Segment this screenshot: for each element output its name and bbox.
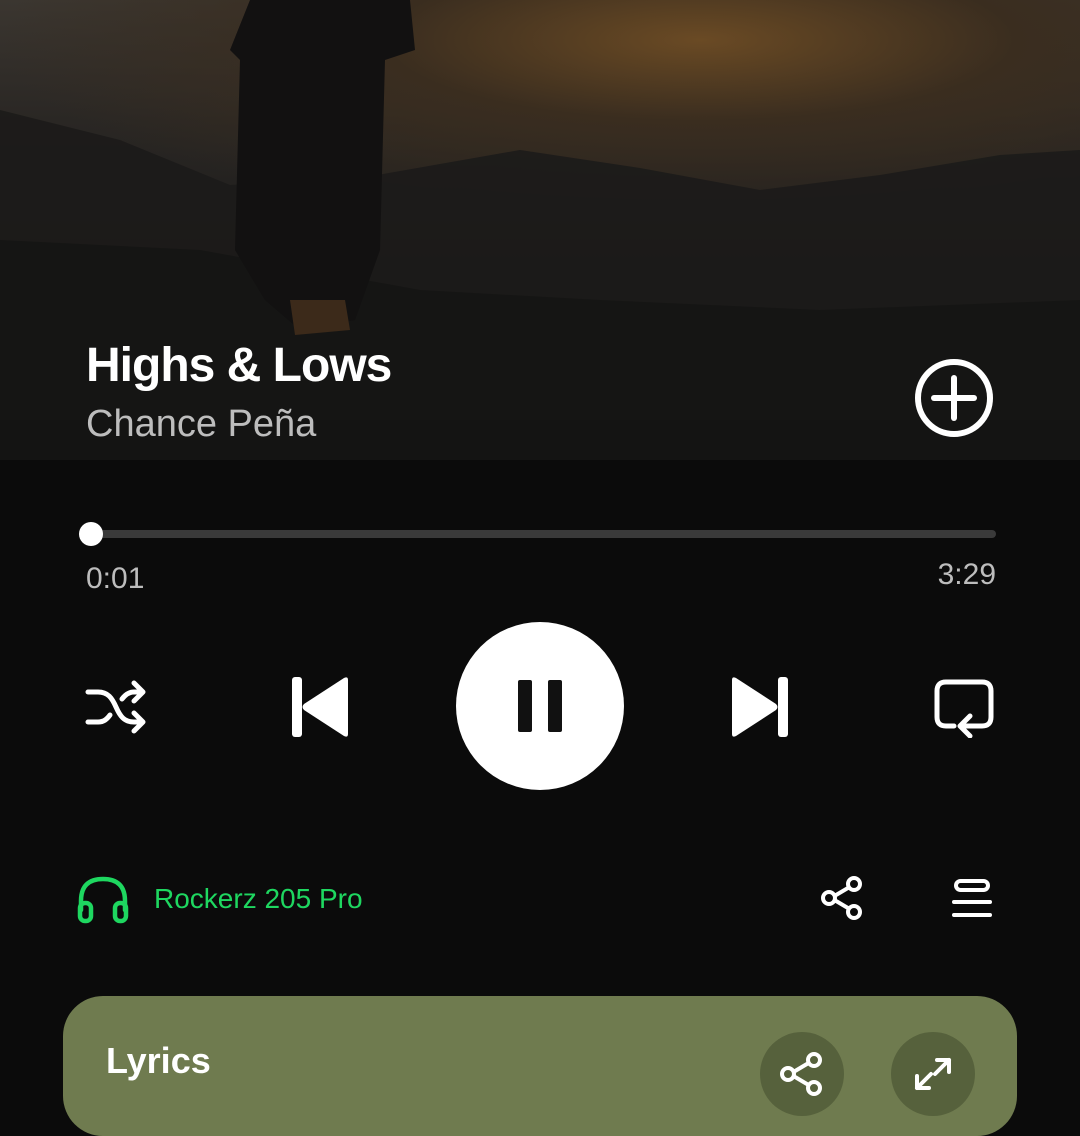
lyrics-heading: Lyrics <box>106 1040 211 1081</box>
expand-icon <box>915 1058 951 1090</box>
repeat-icon <box>934 679 994 739</box>
add-to-library-button[interactable] <box>914 358 994 438</box>
lyrics-expand-button[interactable] <box>891 1032 975 1116</box>
skip-forward-icon <box>732 677 788 737</box>
connected-device[interactable]: Rockerz 205 Pro <box>76 872 363 926</box>
next-button[interactable] <box>730 674 790 740</box>
progress-bar[interactable] <box>78 522 996 546</box>
lyrics-card[interactable]: Lyrics <box>63 996 1017 1136</box>
track-title: Highs & Lows <box>86 339 392 392</box>
track-info: Highs & Lows Chance Peña <box>86 336 392 452</box>
previous-button[interactable] <box>290 674 350 740</box>
queue-icon <box>952 879 992 917</box>
shuffle-icon <box>85 680 146 734</box>
total-time: 3:29 <box>937 558 996 591</box>
share-button[interactable] <box>820 876 864 920</box>
shuffle-button[interactable] <box>84 678 148 736</box>
repeat-button[interactable] <box>932 678 996 739</box>
lyrics-share-button[interactable] <box>760 1032 844 1116</box>
plus-circle-icon <box>915 359 993 437</box>
headphones-icon <box>77 876 129 924</box>
elapsed-time: 0:01 <box>86 562 145 595</box>
track-artist[interactable]: Chance Peña <box>86 396 391 452</box>
share-icon <box>780 1052 822 1096</box>
device-name: Rockerz 205 Pro <box>154 883 363 914</box>
pause-button[interactable] <box>456 622 624 790</box>
skip-back-icon <box>292 677 348 737</box>
queue-button[interactable] <box>950 878 994 920</box>
progress-thumb[interactable] <box>78 522 103 546</box>
share-icon <box>821 876 862 920</box>
